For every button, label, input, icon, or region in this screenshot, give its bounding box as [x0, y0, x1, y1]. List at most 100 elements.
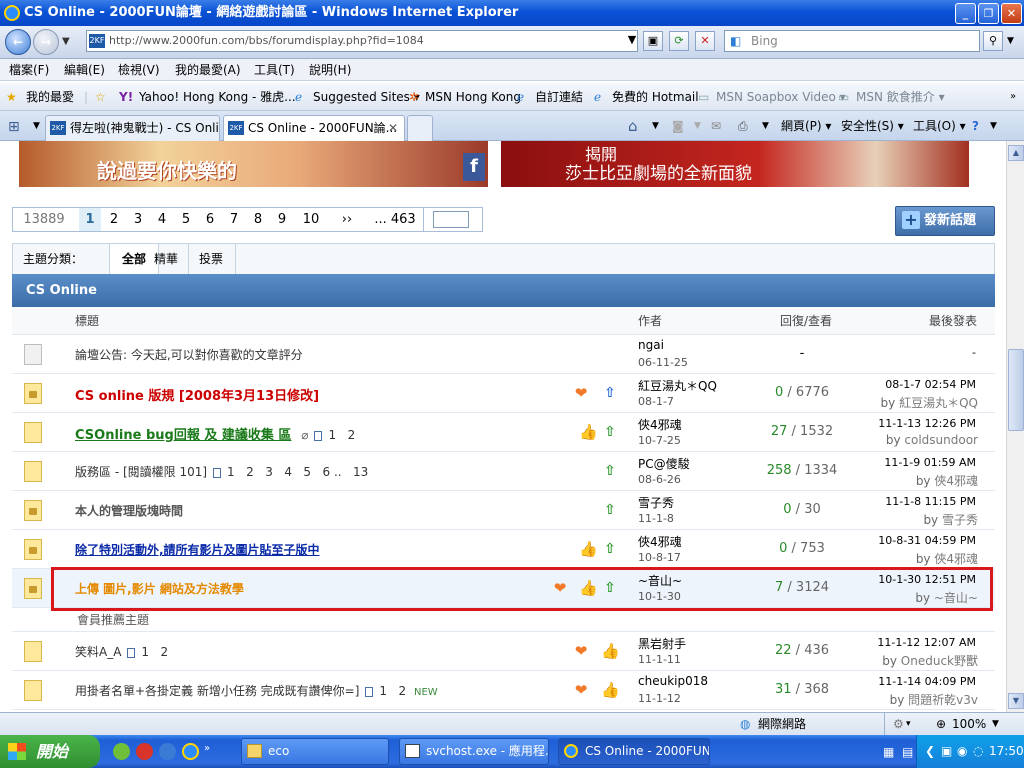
page-link[interactable]: 8: [248, 208, 268, 231]
add-favorite-icon[interactable]: ☆: [95, 83, 106, 111]
page-link[interactable]: 2: [104, 208, 124, 231]
menu-tools[interactable]: 工具(T): [254, 59, 295, 81]
thread-author[interactable]: 俠4邪魂: [638, 416, 682, 433]
thread-title[interactable]: 除了特別活動外,請所有影片及圖片貼至子版中: [75, 541, 320, 558]
category-essence[interactable]: 精華: [154, 244, 178, 274]
thread-page-link[interactable]: 2: [399, 684, 407, 698]
table-row[interactable]: 版務區 - [閱讀權限 101] 1 2 3 4 5 6 .. 13 ⇧ PC@傻…: [12, 452, 995, 491]
safety-menu[interactable]: 安全性(S) ▾: [841, 117, 904, 135]
mail-icon[interactable]: ✉: [711, 117, 721, 135]
start-button[interactable]: 開始: [0, 735, 100, 768]
thread-author[interactable]: ~音山~: [638, 572, 682, 589]
thread-page-link[interactable]: 5: [303, 465, 311, 479]
thread-title[interactable]: 版務區 - [閱讀權限 101]: [75, 465, 207, 479]
page-link[interactable]: 7: [224, 208, 244, 231]
page-link[interactable]: 9: [272, 208, 292, 231]
thread-page-link[interactable]: 1: [141, 645, 149, 659]
page-link[interactable]: 5: [176, 208, 196, 231]
thread-page-link[interactable]: 2: [246, 465, 254, 479]
home-dropdown-icon[interactable]: ▼: [652, 117, 659, 135]
thread-author[interactable]: ngai: [638, 338, 664, 352]
thread-title[interactable]: 用掛者名單+各掛定義 新增小任務 完成既有讚俾你=]: [75, 684, 359, 698]
address-bar[interactable]: 2KF http://www.2000fun.com/bbs/forumdisp…: [86, 30, 638, 52]
thread-page-link[interactable]: 1: [227, 465, 235, 479]
menu-help[interactable]: 說明(H): [309, 59, 351, 81]
protected-dropdown-icon[interactable]: ▾: [906, 713, 911, 735]
taskbar-item-svchost[interactable]: svchost.exe - 應用程...: [399, 738, 549, 765]
page-current[interactable]: 1: [79, 208, 101, 231]
last-post-user[interactable]: ~音山~: [934, 591, 978, 605]
ie-quicklaunch-icon[interactable]: [182, 743, 199, 760]
thread-author[interactable]: 雪子秀: [638, 494, 674, 511]
tab-1[interactable]: 2KF 得左啦(神鬼戰士) - CS Onli...: [45, 115, 220, 141]
thread-title[interactable]: 本人的管理版塊時間: [75, 502, 183, 519]
thread-author[interactable]: cheukip018: [638, 674, 708, 688]
quicklaunch-icon[interactable]: [136, 743, 153, 760]
game-banner-left[interactable]: 說過要你快樂的 f: [19, 141, 488, 187]
page-menu[interactable]: 網頁(P) ▾: [781, 117, 831, 135]
quicklaunch-icon[interactable]: [159, 743, 176, 760]
feeds-icon[interactable]: ◙: [672, 117, 684, 135]
keyboard-icon[interactable]: ▦: [883, 745, 894, 759]
quicklaunch-icon[interactable]: [113, 743, 130, 760]
menu-edit[interactable]: 編輯(E): [64, 59, 105, 81]
thread-author[interactable]: 黑岩射手: [638, 635, 686, 652]
stop-icon[interactable]: ✕: [695, 31, 715, 51]
fav-yahoo[interactable]: Yahoo! Hong Kong - 雅虎...: [139, 83, 296, 111]
print-icon[interactable]: ⎙: [738, 117, 748, 135]
search-input[interactable]: ◧ Bing: [724, 30, 980, 52]
address-dropdown-icon[interactable]: ▼: [622, 31, 642, 51]
refresh-icon[interactable]: ⟳: [669, 31, 689, 51]
last-post-user[interactable]: Oneduck野獸: [901, 654, 978, 668]
page-link[interactable]: 6: [200, 208, 220, 231]
page-scrollbar[interactable]: ▲ ▼: [1006, 141, 1024, 712]
home-icon[interactable]: ⌂: [628, 117, 638, 135]
favbar-overflow-icon[interactable]: »: [1010, 83, 1016, 111]
tab-close-icon[interactable]: ✕: [388, 116, 398, 140]
fav-msn-hk[interactable]: MSN Hong Kong: [425, 83, 521, 111]
table-row[interactable]: 本人的管理版塊時間 ⇧ 雪子秀 11-1-8 0 / 30 11-1-8 11:…: [12, 491, 995, 530]
scroll-thumb[interactable]: [1008, 349, 1024, 431]
thread-title[interactable]: 論壇公告: 今天起,可以對你喜歡的文章評分: [75, 346, 303, 363]
language-bar-icon[interactable]: ▤: [902, 745, 913, 759]
feeds-dropdown-icon[interactable]: ▼: [694, 117, 701, 135]
favorites-button[interactable]: 我的最愛: [26, 83, 74, 111]
thread-page-link[interactable]: 6 ..: [323, 465, 342, 479]
last-post-user[interactable]: 雪子秀: [942, 513, 978, 527]
table-row[interactable]: 用掛者名單+各掛定義 新增小任務 完成既有讚俾你=] 1 2 NEW ❤ 👍 ch…: [12, 671, 995, 710]
thread-page-link[interactable]: 2: [161, 645, 169, 659]
help-dropdown-icon[interactable]: ▼: [990, 117, 997, 135]
quicklaunch-overflow-icon[interactable]: »: [204, 743, 210, 754]
thread-page-link[interactable]: 1: [328, 428, 336, 442]
taskbar-item-ie[interactable]: CS Online - 2000FUN...: [558, 738, 710, 765]
table-row[interactable]: 論壇公告: 今天起,可以對你喜歡的文章評分 ngai 06-11-25 - -: [12, 335, 995, 374]
thread-author[interactable]: 紅豆湯丸＊QQ: [638, 377, 717, 394]
taskbar-item-eco[interactable]: eco: [241, 738, 389, 765]
menu-favorites[interactable]: 我的最愛(A): [175, 59, 241, 81]
quick-tabs-icon[interactable]: ⊞: [8, 119, 28, 135]
table-row[interactable]: CS online 版規 [2008年3月13日修改] ❤ ⇧ 紅豆湯丸＊QQ …: [12, 374, 995, 413]
thread-page-link[interactable]: 2: [348, 428, 356, 442]
tray-expand-icon[interactable]: ❮: [925, 735, 935, 768]
category-all[interactable]: 全部: [109, 244, 160, 274]
thread-page-link[interactable]: 1: [379, 684, 387, 698]
category-poll[interactable]: 投票: [199, 244, 223, 274]
page-link[interactable]: 10: [297, 208, 325, 231]
game-banner-right[interactable]: 揭開 莎士比亞劇場的全新面貌: [501, 141, 969, 187]
help-icon[interactable]: ?: [972, 117, 979, 135]
table-row[interactable]: 笑料A_A 1 2 ❤ 👍 黑岩射手 11-1-11 22 / 436 11-1-…: [12, 632, 995, 671]
compatibility-icon[interactable]: ▣: [643, 31, 663, 51]
page-link[interactable]: 4: [152, 208, 172, 231]
search-options-icon[interactable]: ▼: [1007, 36, 1014, 46]
thread-page-link[interactable]: 4: [284, 465, 292, 479]
protected-mode-icon[interactable]: ⚙: [893, 713, 904, 735]
thread-page-link[interactable]: 13: [353, 465, 368, 479]
tray-app-icon[interactable]: ◌: [973, 735, 983, 768]
minimize-button[interactable]: _: [955, 3, 976, 24]
zoom-level[interactable]: 100%: [952, 713, 986, 735]
last-post-user[interactable]: 問題祈乾v3v: [908, 693, 978, 707]
last-post-user[interactable]: 紅豆湯丸＊QQ: [899, 396, 978, 410]
menu-view[interactable]: 檢視(V): [118, 59, 160, 81]
last-post-user[interactable]: 俠4邪魂: [934, 474, 978, 488]
tools-menu[interactable]: 工具(O) ▾: [913, 117, 966, 135]
